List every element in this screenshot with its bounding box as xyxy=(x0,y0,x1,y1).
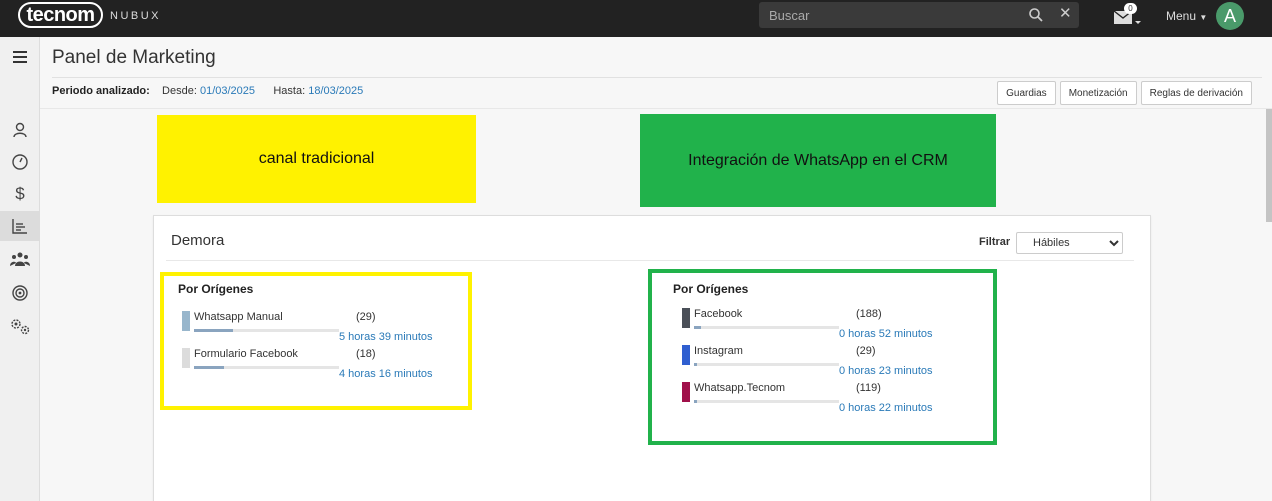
progress-track xyxy=(694,400,839,403)
annotation-traditional-channel: canal tradicional xyxy=(157,115,476,203)
annotation-text: Integración de WhatsApp en el CRM xyxy=(688,151,948,169)
sidebar-item-dashboard[interactable] xyxy=(0,147,40,177)
divider xyxy=(166,260,1134,261)
origins-title: Por Orígenes xyxy=(673,282,749,296)
guardias-button[interactable]: Guardias xyxy=(997,81,1056,105)
annotation-text: canal tradicional xyxy=(258,150,375,167)
origins-whatsapp-box: Por Orígenes Facebook (188) 0 horas 52 m… xyxy=(648,269,997,445)
progress-track xyxy=(694,326,839,329)
header-buttons: Guardias Monetización Reglas de derivaci… xyxy=(997,81,1252,105)
origins-title: Por Orígenes xyxy=(178,282,254,296)
page-title: Panel de Marketing xyxy=(52,47,216,68)
scrollbar[interactable] xyxy=(1266,109,1272,222)
avatar[interactable]: A xyxy=(1216,2,1244,30)
tecnom-logo[interactable]: tecnom xyxy=(18,2,103,28)
annotation-whatsapp-integration: Integración de WhatsApp en el CRM xyxy=(640,114,996,207)
demora-panel: Demora Filtrar Hábiles Por Orígenes What… xyxy=(153,215,1151,501)
bar-chart-icon xyxy=(12,219,27,234)
sidebar-item-sales[interactable]: $ xyxy=(0,179,40,209)
search-input[interactable] xyxy=(759,2,1019,28)
filter-label: Filtrar xyxy=(979,236,1011,248)
origins-traditional-box: Por Orígenes Whatsapp Manual (29) 5 hora… xyxy=(160,272,472,410)
origin-name: Whatsapp.Tecnom xyxy=(694,382,786,394)
origin-delay[interactable]: 0 horas 52 minutos xyxy=(839,328,933,340)
list-item: Facebook (188) 0 horas 52 minutos xyxy=(682,308,952,344)
progress-track xyxy=(694,363,839,366)
progress-track xyxy=(194,366,339,369)
origin-count: (188) xyxy=(856,308,882,320)
sidebar-item-settings[interactable] xyxy=(0,311,40,341)
sidebar-item-marketing[interactable] xyxy=(0,211,48,241)
progress-fill xyxy=(694,400,697,403)
color-swatch xyxy=(682,345,690,365)
list-item: Formulario Facebook (18) 4 horas 16 minu… xyxy=(182,348,452,384)
top-bar: tecnom NUBUX ✕ 0 Menu ▼ A xyxy=(0,0,1272,37)
panel-title: Demora xyxy=(171,232,225,249)
to-label: Hasta: xyxy=(273,85,306,97)
sidebar-item-goals[interactable] xyxy=(0,278,40,308)
origin-count: (119) xyxy=(856,382,881,394)
period-info: Periodo analizado: Desde: 01/03/2025 Has… xyxy=(52,85,363,97)
origin-count: (29) xyxy=(856,345,876,357)
origin-delay[interactable]: 5 horas 39 minutos xyxy=(339,331,433,343)
to-date[interactable]: 18/03/2025 xyxy=(308,85,363,97)
progress-track xyxy=(194,329,339,332)
filter-select[interactable]: Hábiles xyxy=(1016,232,1123,254)
hamburger-icon xyxy=(13,51,27,63)
user-icon xyxy=(13,122,27,138)
color-swatch xyxy=(182,348,190,368)
origin-name: Facebook xyxy=(694,308,743,320)
sidebar: $ xyxy=(0,37,48,501)
gears-icon xyxy=(11,319,30,335)
caret-down-icon: ▼ xyxy=(1199,13,1208,22)
divider xyxy=(40,108,1272,109)
origin-count: (18) xyxy=(356,348,376,360)
reglas-derivacion-button[interactable]: Reglas de derivación xyxy=(1140,81,1252,105)
list-item: Whatsapp.Tecnom (119) 0 horas 22 minutos xyxy=(682,382,952,418)
color-swatch xyxy=(682,382,690,402)
origin-name: Formulario Facebook xyxy=(194,348,298,360)
main-content: Panel de Marketing Periodo analizado: De… xyxy=(40,37,1272,501)
origin-name: Whatsapp Manual xyxy=(194,311,283,323)
gauge-icon xyxy=(12,154,28,170)
color-swatch xyxy=(682,308,690,328)
search-box: ✕ xyxy=(759,2,1079,28)
monetizacion-button[interactable]: Monetización xyxy=(1059,81,1137,105)
mail-count-badge: 0 xyxy=(1124,3,1137,14)
users-group-icon xyxy=(10,252,30,266)
menu-label: Menu xyxy=(1166,9,1197,23)
origin-delay[interactable]: 4 horas 16 minutos xyxy=(339,368,433,380)
list-item: Whatsapp Manual (29) 5 horas 39 minutos xyxy=(182,311,452,347)
progress-fill xyxy=(194,329,234,332)
sidebar-item-team[interactable] xyxy=(0,244,40,274)
sidebar-item-user[interactable] xyxy=(0,115,40,145)
period-label: Periodo analizado: xyxy=(52,85,150,97)
from-label: Desde: xyxy=(162,85,197,97)
origin-delay[interactable]: 0 horas 22 minutos xyxy=(839,402,933,414)
divider xyxy=(52,77,1262,78)
close-icon[interactable]: ✕ xyxy=(1059,6,1072,22)
origin-name: Instagram xyxy=(694,345,743,357)
search-icon[interactable] xyxy=(1028,7,1044,23)
color-swatch xyxy=(182,311,190,331)
menu-dropdown[interactable]: Menu ▼ xyxy=(1166,9,1207,23)
list-item: Instagram (29) 0 horas 23 minutos xyxy=(682,345,952,381)
target-icon xyxy=(12,285,28,301)
dollar-icon: $ xyxy=(15,184,25,203)
origin-delay[interactable]: 0 horas 23 minutos xyxy=(839,365,933,377)
progress-fill xyxy=(194,366,225,369)
from-date[interactable]: 01/03/2025 xyxy=(200,85,255,97)
hamburger-menu-button[interactable] xyxy=(0,42,40,72)
origin-count: (29) xyxy=(356,311,376,323)
progress-fill xyxy=(694,363,697,366)
logo-subtitle: NUBUX xyxy=(110,10,162,22)
progress-fill xyxy=(694,326,702,329)
